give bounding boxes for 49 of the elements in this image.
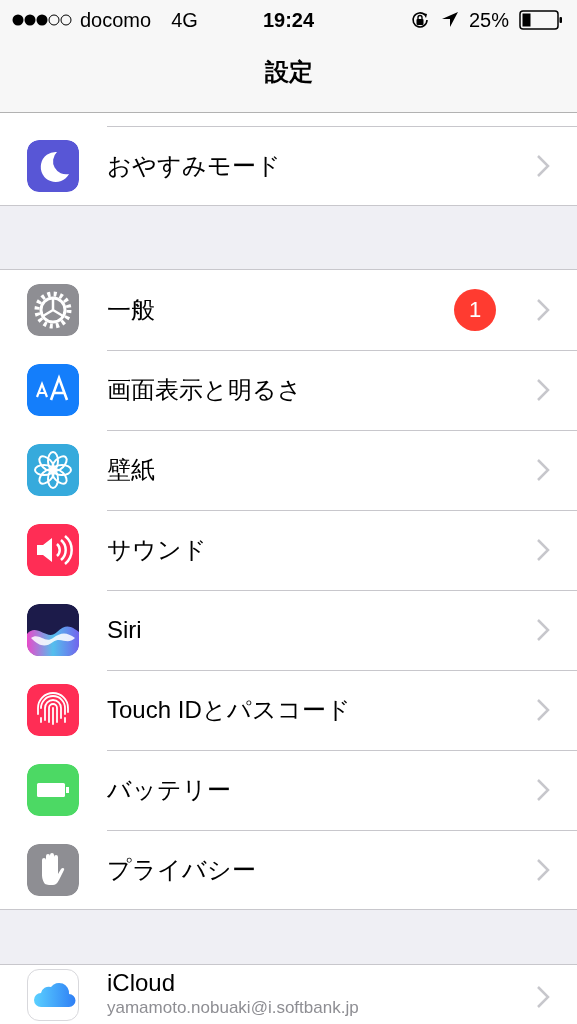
settings-row[interactable]: Siri (0, 589, 577, 669)
chevron-icon (536, 985, 550, 1009)
row-label: 壁紙 (107, 454, 155, 485)
gear-icon (27, 283, 79, 336)
chevron-icon (536, 457, 550, 482)
chevron-icon (536, 777, 550, 802)
battery-icon (519, 10, 563, 30)
chevron-icon (536, 857, 550, 882)
row-label: おやすみモード (107, 150, 281, 181)
settings-row[interactable]: バッテリー (0, 749, 577, 829)
notification-badge: 1 (454, 288, 496, 331)
clock-time: 19:24 (262, 8, 315, 31)
siri-icon (27, 603, 79, 656)
flower-icon (27, 443, 79, 496)
chevron-icon (536, 537, 550, 562)
chevron-icon (536, 697, 550, 722)
fingerprint-icon (27, 683, 79, 736)
hand-icon (27, 843, 79, 896)
settings-row[interactable]: 壁紙 (0, 429, 577, 509)
chevron-icon (536, 153, 550, 178)
account-email: yamamoto.nobuaki@i.softbank.jp (107, 998, 359, 1018)
chevron-icon (536, 297, 550, 322)
row-label: サウンド (107, 534, 207, 565)
row-label: iCloud (107, 969, 176, 997)
settings-row[interactable]: 一般 1 (0, 270, 577, 349)
settings-row[interactable]: 画面表示と明るさ (0, 349, 577, 429)
chevron-icon (536, 377, 550, 402)
settings-row[interactable]: プライバシー (0, 829, 577, 909)
nav-title: 設定 (264, 57, 313, 87)
row-label: プライバシー (107, 854, 256, 885)
settings-row[interactable]: iCloud yamamoto.nobuaki@i.softbank.jp (0, 965, 577, 1024)
text-size-icon (27, 363, 79, 416)
row-label: Touch IDとパスコード (107, 694, 351, 725)
carrier-name: docomo (80, 8, 152, 32)
moon-icon (27, 139, 79, 192)
row-label: 一般 (107, 294, 155, 325)
settings-row[interactable]: サウンド (0, 509, 577, 589)
battery-percentage: 25% (468, 8, 509, 32)
battery-icon (27, 763, 79, 816)
row-label: 画面表示と明るさ (107, 374, 302, 405)
cloud-icon (27, 969, 79, 1021)
signal-icon (12, 14, 72, 26)
chevron-icon (536, 617, 550, 642)
row-label: Siri (107, 615, 142, 644)
network-type: 4G (171, 8, 198, 32)
location-arrow-icon (440, 11, 459, 29)
settings-row[interactable]: Touch IDとパスコード (0, 669, 577, 749)
speaker-icon (27, 523, 79, 576)
row-label: バッテリー (107, 774, 231, 805)
